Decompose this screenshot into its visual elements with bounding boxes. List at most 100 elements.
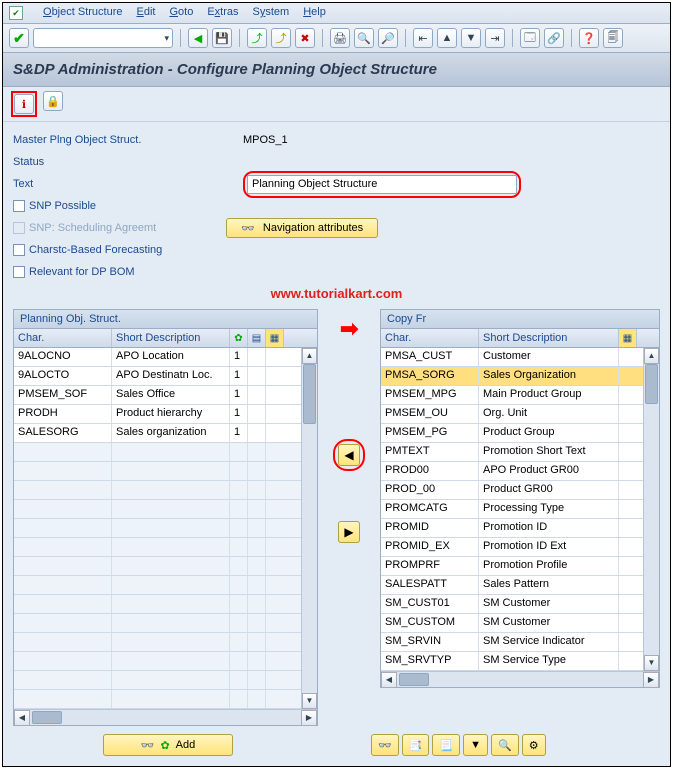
sort-asc-button[interactable]: 📑: [402, 734, 430, 756]
text-input[interactable]: [247, 175, 517, 194]
filter-button[interactable]: ▼: [463, 734, 488, 756]
left-col-char[interactable]: Char.: [14, 329, 112, 347]
move-left-button[interactable]: ◀: [338, 444, 360, 466]
table-row[interactable]: [14, 671, 301, 690]
settings-button[interactable]: ⚙: [522, 734, 546, 756]
table-row[interactable]: [14, 595, 301, 614]
table-row[interactable]: 9ALOCTOAPO Destinatn Loc.1: [14, 367, 301, 386]
snp-sched-label: SNP: Scheduling Agreemt: [29, 222, 156, 234]
table-row[interactable]: PROMPRFPromotion Profile: [381, 557, 643, 576]
menu-object-structure[interactable]: Object Structure: [43, 6, 122, 20]
table-row[interactable]: [14, 538, 301, 557]
table-row[interactable]: PROMIDPromotion ID: [381, 519, 643, 538]
glasses-icon: 👓: [141, 739, 155, 752]
left-col-icon1[interactable]: ✿: [230, 329, 248, 347]
right-hscroll[interactable]: ◀ ▶: [381, 671, 659, 687]
table-row[interactable]: PROMID_EXPromotion ID Ext: [381, 538, 643, 557]
left-hscroll[interactable]: ◀ ▶: [14, 709, 317, 725]
help-icon[interactable]: ❓: [579, 28, 599, 48]
table-row[interactable]: [14, 690, 301, 709]
last-page-icon[interactable]: ⇥: [485, 28, 505, 48]
nav-attributes-button[interactable]: 👓 Navigation attributes: [226, 218, 378, 238]
table-row[interactable]: SALESORGSales organization1: [14, 424, 301, 443]
dpbom-checkbox[interactable]: [13, 266, 25, 278]
table-row[interactable]: PMSEM_PGProduct Group: [381, 424, 643, 443]
back-icon[interactable]: ⤴: [247, 28, 267, 48]
table-row[interactable]: SALESPATTSales Pattern: [381, 576, 643, 595]
menu-pick-icon[interactable]: ✔: [9, 6, 23, 20]
table-row[interactable]: [14, 633, 301, 652]
table-row[interactable]: SM_SRVINSM Service Indicator: [381, 633, 643, 652]
layout-icon[interactable]: 🗐: [603, 28, 623, 48]
find-button[interactable]: 🔍: [491, 734, 519, 756]
table-row[interactable]: [14, 557, 301, 576]
detail-button[interactable]: 👓: [371, 734, 399, 756]
table-row[interactable]: SM_CUST01SM Customer: [381, 595, 643, 614]
table-row[interactable]: PMSA_CUSTCustomer: [381, 348, 643, 367]
menu-system[interactable]: System: [253, 6, 290, 20]
table-row[interactable]: [14, 462, 301, 481]
menu-edit[interactable]: Edit: [136, 6, 155, 20]
cancel-icon[interactable]: ✖: [295, 28, 315, 48]
charstc-checkbox[interactable]: [13, 244, 25, 256]
right-col-desc[interactable]: Short Description: [479, 329, 619, 347]
snp-possible-checkbox[interactable]: [13, 200, 25, 212]
back-button[interactable]: ◀: [188, 28, 208, 48]
left-panel-title: Planning Obj. Struct.: [14, 310, 317, 329]
first-page-icon[interactable]: ⇤: [413, 28, 433, 48]
shortcut-icon[interactable]: 🔗: [544, 28, 564, 48]
right-panel-title: Copy Fr: [381, 310, 659, 329]
table-row[interactable]: [14, 481, 301, 500]
move-right-button[interactable]: ▶: [338, 521, 360, 543]
sort-desc-button[interactable]: 📃: [432, 734, 460, 756]
main-toolbar: ✔ ◀ 💾 ⤴ ⤴ ✖ 🖨 🔍 🔎 ⇤ ▲ ▼ ⇥ 🗔 🔗 ❓ 🗐: [3, 24, 670, 53]
left-col-desc[interactable]: Short Description: [112, 329, 230, 347]
table-row[interactable]: [14, 576, 301, 595]
menu-help[interactable]: Help: [303, 6, 326, 20]
add-button[interactable]: 👓 ✿ Add: [103, 734, 233, 756]
table-row[interactable]: [14, 443, 301, 462]
watermark: www.tutorialkart.com: [13, 286, 660, 301]
enter-button[interactable]: ✔: [9, 28, 29, 48]
table-row[interactable]: 9ALOCNOAPO Location1: [14, 348, 301, 367]
info-icon[interactable]: ℹ: [14, 94, 34, 114]
text-label: Text: [13, 178, 243, 190]
prev-page-icon[interactable]: ▲: [437, 28, 457, 48]
table-row[interactable]: SM_CUSTOMSM Customer: [381, 614, 643, 633]
annotation-arrow: ➡: [340, 318, 358, 340]
snp-possible-label: SNP Possible: [29, 200, 96, 212]
table-row[interactable]: PMSEM_SOFSales Office1: [14, 386, 301, 405]
table-row[interactable]: PROMCATGProcessing Type: [381, 500, 643, 519]
right-vscroll[interactable]: ▲ ▼: [643, 348, 659, 671]
table-row[interactable]: [14, 652, 301, 671]
table-row[interactable]: PMTEXTPromotion Short Text: [381, 443, 643, 462]
new-session-icon[interactable]: 🗔: [520, 28, 540, 48]
table-row[interactable]: [14, 500, 301, 519]
table-row[interactable]: PROD00APO Product GR00: [381, 462, 643, 481]
save-button[interactable]: 💾: [212, 28, 232, 48]
menu-extras[interactable]: Extras: [207, 6, 238, 20]
table-row[interactable]: PMSA_SORGSales Organization: [381, 367, 643, 386]
exit-icon[interactable]: ⤴: [271, 28, 291, 48]
next-page-icon[interactable]: ▼: [461, 28, 481, 48]
find-next-icon[interactable]: 🔎: [378, 28, 398, 48]
table-row[interactable]: [14, 519, 301, 538]
command-field[interactable]: [33, 28, 173, 48]
left-col-icon2[interactable]: ▤: [248, 329, 266, 347]
table-row[interactable]: SM_SRVTYPSM Service Type: [381, 652, 643, 671]
print-icon[interactable]: 🖨: [330, 28, 350, 48]
table-row[interactable]: PROD_00Product GR00: [381, 481, 643, 500]
find-icon[interactable]: 🔍: [354, 28, 374, 48]
left-col-config[interactable]: ▦: [266, 329, 284, 347]
menu-goto[interactable]: Goto: [169, 6, 193, 20]
app-toolbar: ℹ 🔒: [3, 87, 670, 122]
table-row[interactable]: PMSEM_OUOrg. Unit: [381, 405, 643, 424]
right-col-char[interactable]: Char.: [381, 329, 479, 347]
right-panel: Copy Fr Char. Short Description ▦ PMSA_C…: [380, 309, 660, 688]
table-row[interactable]: [14, 614, 301, 633]
table-row[interactable]: PMSEM_MPGMain Product Group: [381, 386, 643, 405]
table-row[interactable]: PRODHProduct hierarchy1: [14, 405, 301, 424]
right-col-config[interactable]: ▦: [619, 329, 637, 347]
left-vscroll[interactable]: ▲ ▼: [301, 348, 317, 709]
lock-icon[interactable]: 🔒: [43, 91, 63, 111]
